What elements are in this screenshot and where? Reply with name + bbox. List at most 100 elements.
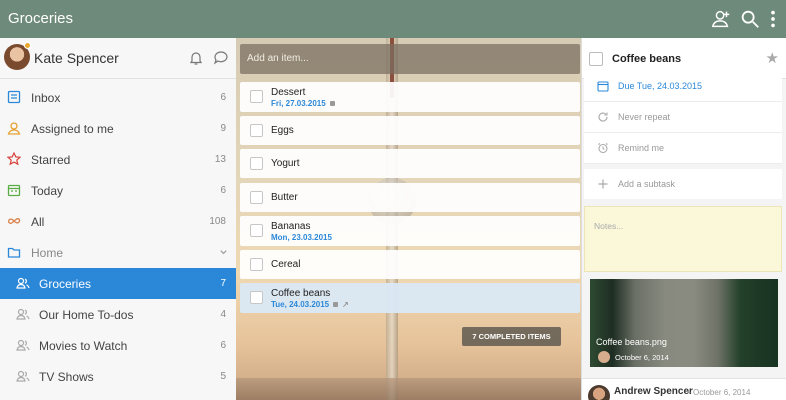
detail-panel: Coffee beans ★ Due Tue, 24.03.2015 Never… — [581, 38, 786, 400]
calendar-icon — [7, 184, 21, 197]
task-due: Tue, 24.03.2015 ↗ — [271, 300, 349, 309]
sidebar-item-label: TV Shows — [39, 370, 94, 384]
detail-checkbox[interactable] — [589, 52, 603, 66]
task-title: Eggs — [271, 125, 294, 136]
attachment-avatar — [598, 351, 610, 363]
folder-icon — [7, 247, 21, 258]
sidebar-folder-home[interactable]: Home — [0, 237, 236, 268]
task-due: Mon, 23.03.2015 — [271, 233, 332, 242]
people-icon — [16, 370, 30, 382]
task-row[interactable]: Cereal — [240, 250, 580, 279]
add-person-icon[interactable] — [710, 8, 732, 30]
task-row[interactable]: Butter — [240, 183, 580, 212]
sidebar: Kate Spencer Inbox 6 Assigned to me 9 St… — [0, 38, 236, 400]
city-skyline — [236, 378, 581, 400]
add-subtask-row[interactable]: Add a subtask — [584, 169, 782, 200]
task-title: Yogurt — [271, 158, 300, 169]
sidebar-item-label: Assigned to me — [31, 122, 114, 136]
task-checkbox[interactable] — [250, 90, 263, 103]
add-item-placeholder: Add an item... — [247, 53, 309, 64]
task-row[interactable]: Bananas Mon, 23.03.2015 — [240, 216, 580, 246]
more-vert-icon[interactable] — [762, 8, 784, 30]
sidebar-item-count: 6 — [220, 185, 226, 196]
task-row[interactable]: Yogurt — [240, 149, 580, 178]
infinity-icon — [7, 218, 21, 224]
people-icon — [16, 277, 30, 289]
comment-date: • October 6, 2014 — [688, 388, 751, 397]
sidebar-item-starred[interactable]: Starred 13 — [0, 144, 236, 175]
task-due: Fri, 27.03.2015 — [271, 99, 335, 108]
people-icon — [16, 339, 30, 351]
task-checkbox[interactable] — [250, 291, 263, 304]
repeat-row[interactable]: Never repeat — [584, 102, 782, 133]
comment-avatar — [588, 385, 610, 400]
notification-dot — [24, 42, 31, 49]
task-row-selected[interactable]: Coffee beans Tue, 24.03.2015 ↗ — [240, 283, 580, 313]
repeat-label: Never repeat — [618, 112, 671, 122]
subtask-card[interactable]: Add a subtask — [584, 169, 782, 199]
sidebar-item-assigned[interactable]: Assigned to me 9 — [0, 113, 236, 144]
task-row[interactable]: Eggs — [240, 116, 580, 145]
sidebar-item-count: 6 — [220, 92, 226, 103]
sidebar-item-movies[interactable]: Movies to Watch 6 — [0, 330, 236, 361]
sidebar-item-inbox[interactable]: Inbox 6 — [0, 82, 236, 113]
sidebar-item-all[interactable]: All 108 — [0, 206, 236, 237]
attachment-preview[interactable]: Coffee beans.png October 6, 2014 — [590, 279, 778, 367]
task-checkbox[interactable] — [250, 191, 263, 204]
sidebar-item-label: Home — [31, 246, 64, 260]
task-checkbox[interactable] — [250, 124, 263, 137]
user-name[interactable]: Kate Spencer — [34, 50, 119, 66]
sidebar-item-count: 13 — [214, 154, 226, 165]
top-bar: Groceries — [0, 0, 786, 38]
task-row[interactable]: Dessert Fri, 27.03.2015 — [240, 82, 580, 112]
add-subtask-label: Add a subtask — [618, 179, 676, 189]
note-icon — [329, 101, 335, 107]
chevron-down-icon[interactable] — [219, 248, 228, 257]
reminder-label: Remind me — [618, 143, 665, 153]
sidebar-item-count: 4 — [220, 309, 226, 320]
reminder-row[interactable]: Remind me — [584, 133, 782, 164]
sidebar-item-groceries[interactable]: Groceries 7 — [0, 268, 236, 299]
task-checkbox[interactable] — [250, 157, 263, 170]
attachment-date: October 6, 2014 — [615, 353, 669, 362]
due-date-row[interactable]: Due Tue, 24.03.2015 — [584, 71, 782, 102]
completed-items-button[interactable]: 7 COMPLETED ITEMS — [462, 327, 561, 346]
sidebar-item-label: Movies to Watch — [39, 339, 128, 353]
calendar-icon — [597, 81, 609, 92]
task-checkbox[interactable] — [250, 258, 263, 271]
sidebar-item-label: Inbox — [31, 91, 61, 105]
detail-title[interactable]: Coffee beans — [612, 53, 681, 65]
sidebar-item-tv-shows[interactable]: TV Shows 5 — [0, 361, 236, 392]
profile-header[interactable]: Kate Spencer — [0, 38, 236, 79]
detail-settings: Due Tue, 24.03.2015 Never repeat Remind … — [584, 71, 782, 164]
sidebar-item-label: Our Home To-dos — [39, 308, 134, 322]
sidebar-item-count: 108 — [209, 216, 226, 227]
task-title: Cereal — [271, 259, 301, 270]
note-icon — [333, 302, 339, 308]
notes-placeholder: Notes... — [594, 221, 624, 231]
comment-row: Andrew Spencer • October 6, 2014 — [582, 378, 786, 400]
inbox-icon — [7, 90, 21, 104]
list-title: Groceries — [8, 10, 74, 27]
comment-author: Andrew Spencer — [614, 386, 693, 397]
star-icon — [7, 152, 21, 166]
sidebar-item-count: 9 — [220, 123, 226, 134]
chat-icon[interactable] — [213, 50, 229, 66]
sidebar-item-our-home-todos[interactable]: Our Home To-dos 4 — [0, 299, 236, 330]
task-title: Dessert — [271, 87, 306, 98]
notes-field[interactable]: Notes... — [584, 206, 782, 272]
sidebar-item-label: All — [31, 215, 45, 229]
sidebar-item-label: Starred — [31, 153, 71, 167]
search-icon[interactable] — [739, 8, 761, 30]
due-date-label: Due Tue, 24.03.2015 — [618, 81, 703, 91]
task-title: Bananas — [271, 221, 311, 232]
task-title: Coffee beans — [271, 288, 331, 299]
bell-icon[interactable] — [188, 50, 204, 66]
sidebar-item-count: 6 — [220, 340, 226, 351]
add-item-input[interactable]: Add an item... — [240, 44, 580, 74]
task-checkbox[interactable] — [250, 224, 263, 237]
sidebar-item-label: Groceries — [39, 277, 92, 291]
people-icon — [16, 308, 30, 320]
sidebar-item-today[interactable]: Today 6 — [0, 175, 236, 206]
star-icon[interactable]: ★ — [766, 49, 779, 67]
